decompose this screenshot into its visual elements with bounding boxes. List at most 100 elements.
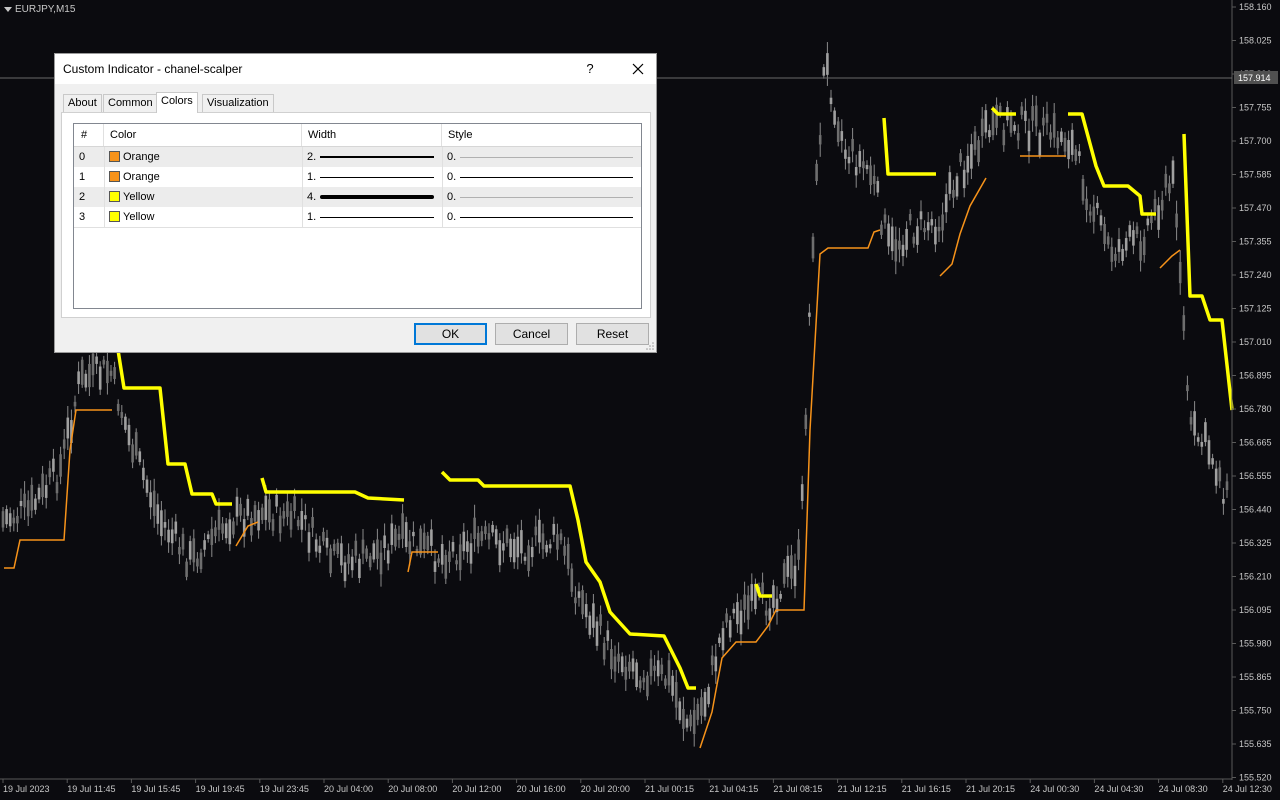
candle-body xyxy=(541,533,545,550)
time-label: 20 Jul 12:00 xyxy=(452,784,501,794)
candle-body xyxy=(502,543,505,551)
candle-body xyxy=(1189,417,1193,425)
candle-body xyxy=(163,522,167,528)
color-cell[interactable]: Yellow xyxy=(104,207,302,227)
style-cell[interactable]: 0. xyxy=(442,187,641,207)
candle-body xyxy=(872,175,876,184)
candle-body xyxy=(1196,437,1200,442)
candle-body xyxy=(1142,236,1146,256)
width-preview-line xyxy=(320,195,434,199)
candle-body xyxy=(833,110,836,125)
style-preview-line xyxy=(460,217,633,218)
candle-body xyxy=(199,552,203,570)
color-cell[interactable]: Orange xyxy=(104,167,302,187)
candle-body xyxy=(739,610,743,635)
candle-body xyxy=(649,658,653,677)
candle-body xyxy=(149,492,152,508)
candle-body xyxy=(959,153,962,163)
help-button[interactable]: ? xyxy=(575,54,605,84)
cancel-button[interactable]: Cancel xyxy=(495,323,568,345)
candle-body xyxy=(628,661,631,672)
candle-body xyxy=(469,543,473,564)
close-button[interactable] xyxy=(619,54,657,84)
time-label: 20 Jul 16:00 xyxy=(517,784,566,794)
candle-body xyxy=(26,500,30,517)
dialog-titlebar[interactable]: Custom Indicator - chanel-scalper ? xyxy=(55,54,656,84)
style-cell[interactable]: 0. xyxy=(442,147,641,167)
resize-grip-icon[interactable] xyxy=(646,342,654,350)
color-swatch-icon xyxy=(109,171,120,182)
candle-body xyxy=(84,373,88,388)
color-cell[interactable]: Orange xyxy=(104,147,302,167)
candle-body xyxy=(674,682,678,708)
candle-body xyxy=(455,560,458,565)
candle-body xyxy=(210,528,214,545)
candle-body xyxy=(599,614,602,626)
style-cell[interactable]: 0. xyxy=(442,207,641,227)
tab-visualization[interactable]: Visualization xyxy=(202,94,274,112)
table-row[interactable]: 3 Yellow 1. 0. xyxy=(74,207,641,227)
candle-body xyxy=(55,482,59,494)
time-label: 19 Jul 15:45 xyxy=(131,784,180,794)
candle-body xyxy=(1067,140,1070,160)
tab-colors[interactable]: Colors xyxy=(156,92,198,113)
candle-body xyxy=(847,156,851,164)
candle-body xyxy=(1031,106,1034,121)
time-label: 24 Jul 12:30 xyxy=(1223,784,1272,794)
table-row[interactable]: 1 Orange 1. 0. xyxy=(74,167,641,187)
candle-body xyxy=(1060,131,1063,143)
table-row[interactable]: 0 Orange 2. 0. xyxy=(74,147,641,167)
candle-body xyxy=(728,620,732,638)
close-icon xyxy=(632,63,644,75)
tab-about[interactable]: About xyxy=(63,94,102,112)
width-cell[interactable]: 4. xyxy=(302,187,442,207)
style-preview-line xyxy=(460,157,633,158)
table-row[interactable]: 2 Yellow 4. 0. xyxy=(74,187,641,207)
width-cell[interactable]: 2. xyxy=(302,147,442,167)
color-cell[interactable]: Yellow xyxy=(104,187,302,207)
header-width[interactable]: Width xyxy=(302,124,442,146)
candle-body xyxy=(358,558,361,579)
header-index[interactable]: # xyxy=(74,124,104,146)
dropdown-icon[interactable] xyxy=(4,6,12,12)
price-label: 157.125 xyxy=(1239,304,1272,314)
candle-body xyxy=(700,697,703,716)
row-index: 1 xyxy=(79,171,86,183)
candle-body xyxy=(901,244,905,257)
header-style[interactable]: Style xyxy=(442,124,641,146)
candle-body xyxy=(1070,129,1074,155)
width-cell[interactable]: 1. xyxy=(302,167,442,187)
candle-body xyxy=(322,531,325,542)
time-label: 20 Jul 08:00 xyxy=(388,784,437,794)
candle-body xyxy=(581,590,584,615)
style-cell[interactable]: 0. xyxy=(442,167,641,187)
candle-body xyxy=(710,655,714,666)
ok-button[interactable]: OK xyxy=(414,323,487,345)
header-color[interactable]: Color xyxy=(104,124,302,146)
tab-common[interactable]: Common xyxy=(103,94,158,112)
candle-body xyxy=(667,660,671,686)
candle-body xyxy=(1164,173,1168,188)
candle-body xyxy=(696,703,700,720)
width-value: 1. xyxy=(307,171,317,183)
candle-body xyxy=(160,510,163,537)
candle-body xyxy=(1103,223,1106,244)
current-price-label: 157.914 xyxy=(1238,73,1271,83)
candle-body xyxy=(1160,199,1164,211)
reset-button[interactable]: Reset xyxy=(576,323,649,345)
candle-body xyxy=(214,527,217,537)
candle-body xyxy=(1225,481,1229,491)
color-name: Orange xyxy=(123,171,160,183)
candle-body xyxy=(973,131,977,150)
candle-body xyxy=(1,511,5,528)
candle-body xyxy=(491,524,494,533)
candle-body xyxy=(862,161,865,169)
time-label: 21 Jul 08:15 xyxy=(773,784,822,794)
candle-body xyxy=(332,543,336,552)
candle-body xyxy=(275,494,278,507)
candle-body xyxy=(88,363,91,388)
row-index: 3 xyxy=(79,211,86,223)
width-cell[interactable]: 1. xyxy=(302,207,442,227)
candle-body xyxy=(1034,105,1038,127)
candle-body xyxy=(1211,458,1214,465)
